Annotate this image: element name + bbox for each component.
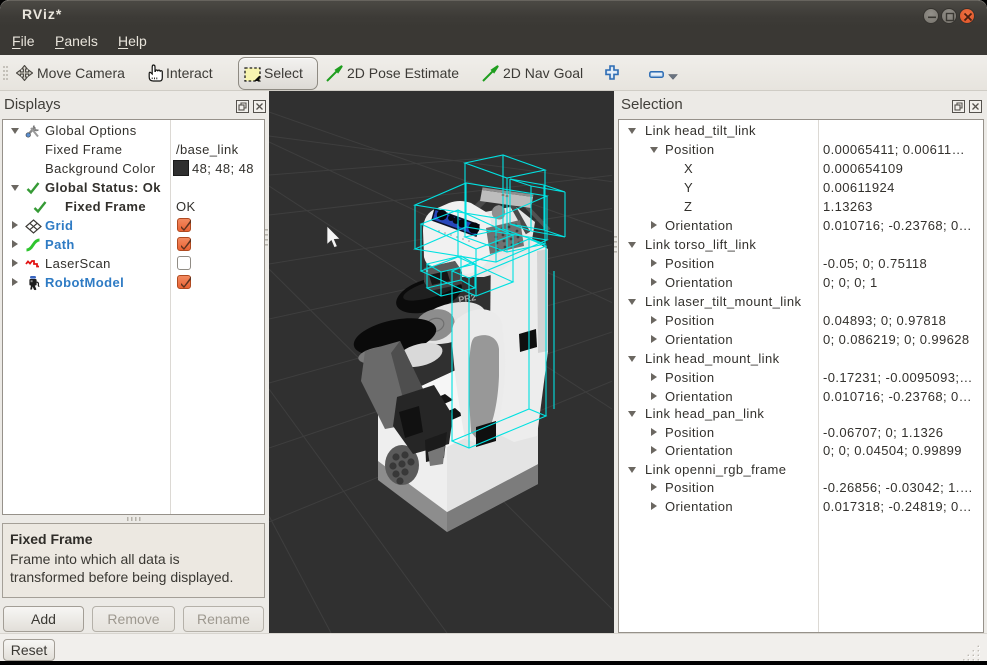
svg-text:PR2: PR2 <box>458 292 477 305</box>
